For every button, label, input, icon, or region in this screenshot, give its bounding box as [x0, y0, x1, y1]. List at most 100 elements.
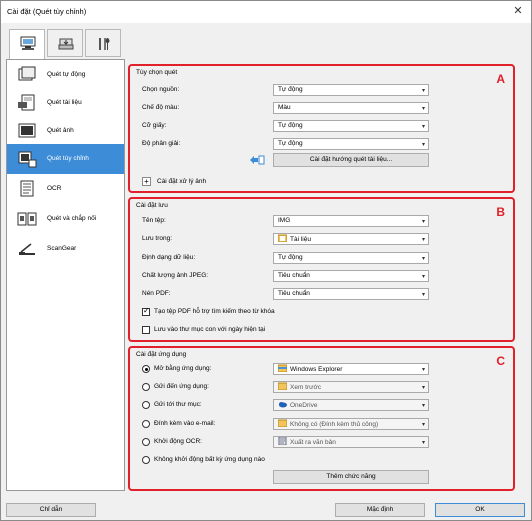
- custom-scan-icon: [18, 151, 37, 168]
- chevron-down-icon: ▾: [421, 124, 425, 130]
- section-marker: B: [496, 205, 505, 219]
- section-title: Cài đặt ứng dụng: [136, 351, 187, 358]
- scanner-icon: [58, 38, 74, 50]
- resolution-label: Độ phân giải:: [142, 140, 181, 147]
- image-processing-label[interactable]: Cài đặt xử lý ảnh: [157, 178, 206, 185]
- sidebar-item-stitch-scan[interactable]: Quét và chắp nối: [7, 204, 124, 234]
- tab-general-settings[interactable]: [85, 29, 121, 57]
- no-app-label: Không khởi động bất kỳ ứng dụng nào: [154, 456, 265, 463]
- sidebar-item-label: OCR: [47, 185, 62, 192]
- expand-icon[interactable]: +: [142, 177, 151, 186]
- section-title: Tùy chọn quét: [136, 69, 178, 76]
- attach-email-dropdown[interactable]: Không có (Đính kèm thủ công) ▾: [273, 418, 429, 430]
- ok-button[interactable]: OK: [435, 503, 525, 517]
- tab-scan-from-panel[interactable]: [47, 29, 83, 57]
- chevron-down-icon: ▾: [421, 385, 425, 391]
- file-name-combo[interactable]: IMG ▾: [273, 215, 429, 227]
- sidebar-item-label: Quét tùy chỉnh: [47, 155, 89, 162]
- searchable-pdf-label: Tạo tệp PDF hỗ trợ tìm kiếm theo từ khóa: [154, 308, 275, 315]
- sidebar-item-scangear[interactable]: ScanGear: [7, 234, 124, 264]
- open-with-app-label: Mở bằng ứng dụng:: [154, 365, 212, 372]
- sidebar-item-label: Quét ảnh: [47, 127, 74, 134]
- sidebar-item-custom-scan[interactable]: Quét tùy chỉnh: [7, 144, 124, 174]
- documents-folder-icon: [278, 234, 287, 242]
- chevron-down-icon: ▾: [421, 422, 425, 428]
- save-settings-panel: Cài đặt lưu B Tên tệp: IMG ▾ Lưu trong: T…: [128, 197, 515, 342]
- chevron-down-icon: ▾: [421, 88, 425, 94]
- section-marker: C: [496, 354, 505, 368]
- instructions-button[interactable]: Chỉ dẫn: [6, 503, 96, 517]
- dropdown-value: Xuất ra văn bản: [290, 439, 336, 446]
- scan-mode-sidebar: Quét tự động Quét tài liệu Quét ảnh Quét…: [6, 59, 125, 491]
- chevron-down-icon: ▾: [421, 292, 425, 298]
- defaults-button[interactable]: Mặc định: [335, 503, 425, 517]
- pdf-compression-dropdown[interactable]: Tiêu chuẩn ▾: [273, 288, 429, 300]
- dropdown-value: OneDrive: [290, 402, 318, 409]
- sidebar-item-label: ScanGear: [47, 245, 77, 252]
- dropdown-value: Windows Explorer: [290, 366, 343, 373]
- start-ocr-radio[interactable]: [142, 438, 150, 446]
- start-ocr-dropdown[interactable]: Xuất ra văn bản ▾: [273, 436, 429, 448]
- preview-app-icon: [278, 382, 287, 390]
- settings-window: Cài đặt (Quét tùy chỉnh) ✕ Quét tự động …: [0, 0, 532, 521]
- send-to-app-dropdown[interactable]: Xem trước ▾: [273, 381, 429, 393]
- no-app-radio[interactable]: [142, 456, 150, 464]
- jpeg-quality-dropdown[interactable]: Tiêu chuẩn ▾: [273, 270, 429, 282]
- send-to-folder-radio[interactable]: [142, 401, 150, 409]
- chevron-down-icon: ▾: [421, 440, 425, 446]
- save-in-label: Lưu trong:: [142, 235, 173, 242]
- data-format-dropdown[interactable]: Tự động ▾: [273, 252, 429, 264]
- email-icon: [278, 419, 287, 427]
- section-title: Cài đặt lưu: [136, 202, 168, 209]
- searchable-pdf-checkbox[interactable]: [142, 306, 150, 316]
- more-functions-button[interactable]: Thêm chức năng: [273, 470, 429, 484]
- onedrive-icon: [279, 402, 287, 408]
- chevron-down-icon: ▾: [421, 142, 425, 148]
- dropdown-value: Không có (Đính kèm thủ công): [290, 421, 379, 428]
- auto-scan-icon: [18, 66, 36, 81]
- open-with-app-radio[interactable]: [142, 365, 150, 373]
- chevron-down-icon: ▾: [421, 219, 425, 225]
- color-mode-dropdown[interactable]: Màu ▾: [273, 102, 429, 114]
- close-icon[interactable]: ✕: [511, 4, 525, 18]
- jpeg-quality-label: Chất lượng ảnh JPEG:: [142, 272, 209, 279]
- sidebar-item-auto-scan[interactable]: Quét tự động: [7, 60, 124, 90]
- start-ocr-label: Khởi động OCR:: [154, 438, 202, 445]
- paper-size-label: Cỡ giấy:: [142, 122, 167, 129]
- open-with-app-dropdown[interactable]: Windows Explorer ▾: [273, 363, 429, 375]
- send-to-app-radio[interactable]: [142, 383, 150, 391]
- dropdown-value: Màu: [278, 104, 291, 111]
- title-bar: Cài đặt (Quét tùy chỉnh) ✕: [1, 1, 531, 23]
- dropdown-value: Tự động: [278, 254, 303, 261]
- orientation-settings-button[interactable]: Cài đặt hướng quét tài liệu...: [273, 153, 429, 167]
- sidebar-item-photo-scan[interactable]: Quét ảnh: [7, 116, 124, 146]
- attach-email-radio[interactable]: [142, 420, 150, 428]
- sidebar-item-label: Quét tài liệu: [47, 99, 82, 106]
- select-source-dropdown[interactable]: Tự động ▾: [273, 84, 429, 96]
- date-subfolder-checkbox[interactable]: [142, 326, 150, 334]
- stitch-scan-icon: [17, 212, 37, 226]
- dropdown-value: Tiêu chuẩn: [278, 272, 310, 279]
- paper-size-dropdown[interactable]: Tự động ▾: [273, 120, 429, 132]
- chevron-down-icon: ▾: [421, 106, 425, 112]
- pdf-compression-label: Nén PDF:: [142, 290, 171, 297]
- resolution-dropdown[interactable]: Tự động ▾: [273, 138, 429, 150]
- sidebar-item-ocr[interactable]: OCR: [7, 174, 124, 204]
- data-format-label: Định dạng dữ liệu:: [142, 254, 196, 261]
- file-name-label: Tên tệp:: [142, 217, 166, 224]
- text-output-icon: [278, 437, 287, 445]
- send-to-folder-dropdown[interactable]: OneDrive ▾: [273, 399, 429, 411]
- save-in-dropdown[interactable]: Tài liệu ▾: [273, 233, 429, 245]
- tab-scan-from-computer[interactable]: [9, 29, 45, 59]
- sidebar-item-label: Quét và chắp nối: [47, 215, 97, 222]
- color-mode-label: Chế độ màu:: [142, 104, 180, 111]
- chevron-down-icon: ▾: [421, 403, 425, 409]
- dropdown-value: Tự động: [278, 140, 303, 147]
- dropdown-value: Tài liệu: [290, 236, 311, 243]
- send-to-folder-label: Gửi tới thư mục:: [154, 401, 202, 408]
- dropdown-value: Tự động: [278, 86, 303, 93]
- dropdown-value: Xem trước: [290, 384, 322, 391]
- sidebar-item-document-scan[interactable]: Quét tài liệu: [7, 88, 124, 118]
- file-explorer-icon: [278, 364, 287, 372]
- photo-scan-icon: [18, 123, 36, 138]
